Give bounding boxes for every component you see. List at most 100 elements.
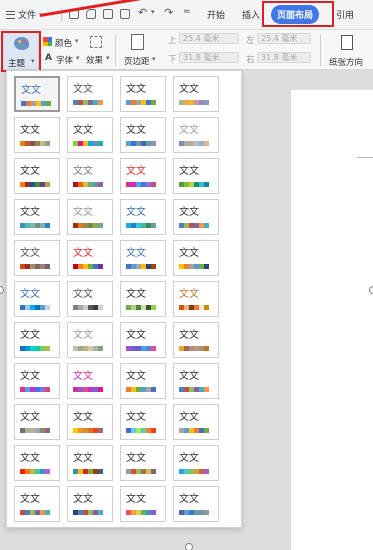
theme-sample-text: 文文 [21,85,41,96]
theme-option[interactable]: 文文 [14,322,60,358]
theme-option[interactable]: 文文 [173,486,219,522]
theme-option[interactable]: 文文 [14,404,60,440]
theme-option[interactable]: 文文 [120,445,166,481]
theme-sample-text: 文文 [20,453,40,464]
theme-option[interactable]: 文文 [120,363,166,399]
theme-sample-text: 文文 [126,453,146,464]
theme-sample-text: 文文 [179,84,199,95]
theme-option[interactable]: 文文 [14,199,60,235]
customize-icon[interactable]: ≂ [183,7,191,17]
theme-option[interactable]: 文文 [120,117,166,153]
color-swatch [151,469,156,474]
theme-option[interactable]: 文文 [173,445,219,481]
margin-right-input[interactable]: 31.8 毫米 [257,52,311,63]
theme-color-swatches [21,101,51,106]
theme-color-swatches [20,428,50,433]
theme-option[interactable]: 文文 [120,486,166,522]
theme-option[interactable]: 文文 [67,76,113,112]
theme-color-swatches [179,264,209,269]
page-color-icon[interactable] [90,36,102,48]
theme-option[interactable]: 文文 [120,240,166,276]
file-menu-button[interactable]: 文件 ▾ [6,8,43,21]
tab-references[interactable]: 引用 [336,8,354,21]
theme-option[interactable]: 文文 [173,199,219,235]
theme-option[interactable]: 文文 [14,240,60,276]
color-swatch [98,100,103,105]
theme-option[interactable]: 文文 [120,76,166,112]
theme-option[interactable]: 文文 [14,158,60,194]
theme-option[interactable]: 文文 [14,281,60,317]
color-swatch [45,264,50,269]
theme-option[interactable]: 文文 [67,445,113,481]
preview-icon[interactable] [120,9,130,19]
theme-sample-text: 文文 [179,207,199,218]
theme-option[interactable]: 文文 [67,281,113,317]
theme-sample-text: 文文 [20,371,40,382]
theme-sample-text: 文文 [179,330,199,341]
theme-option[interactable]: 文文 [67,240,113,276]
resize-handle-left[interactable] [0,286,4,294]
color-swatch [45,141,50,146]
export-icon[interactable] [86,9,96,19]
document-page[interactable] [291,90,373,550]
theme-option[interactable]: 文文 [173,240,219,276]
margin-bottom-input[interactable]: 31.8 毫米 [179,52,239,63]
theme-sample-text: 文文 [73,371,93,382]
theme-option[interactable]: 文文 [120,158,166,194]
margin-left-input[interactable]: 25.4 毫米 [257,33,311,44]
theme-option[interactable]: 文文 [67,158,113,194]
theme-option[interactable]: 文文 [14,363,60,399]
margins-label[interactable]: 页边距 [124,55,150,67]
color-label[interactable]: 颜色 [55,37,72,49]
theme-option[interactable]: 文文 [173,281,219,317]
chevron-down-icon: ▾ [75,37,79,45]
theme-option[interactable]: 文文 [120,281,166,317]
margin-top-input[interactable]: 25.4 毫米 [179,33,239,44]
divider [320,34,321,66]
theme-option[interactable]: 文文 [173,76,219,112]
redo-icon[interactable]: ↷ [164,6,173,19]
theme-option[interactable]: 文文 [173,404,219,440]
theme-option[interactable]: 文文 [67,404,113,440]
resize-handle-bottom[interactable] [185,543,193,550]
color-swatch [45,469,50,474]
theme-option[interactable]: 文文 [14,117,60,153]
effect-label[interactable]: 效果 [86,54,103,66]
theme-option[interactable]: 文文 [173,158,219,194]
theme-option[interactable]: 文文 [67,486,113,522]
theme-option[interactable]: 文文 [173,363,219,399]
theme-option[interactable]: 文文 [67,363,113,399]
theme-option[interactable]: 文文 [14,486,60,522]
print-icon[interactable] [103,9,113,19]
theme-sample-text: 文文 [73,330,93,341]
color-swatch [45,387,50,392]
theme-option[interactable]: 文文 [120,404,166,440]
theme-color-swatches [20,510,50,515]
resize-handle-right[interactable] [369,286,373,294]
chevron-down-icon[interactable]: ▾ [151,8,155,16]
theme-sample-text: 文文 [126,207,146,218]
margin-top-prefix: 上 [168,36,177,46]
theme-color-swatches [126,182,156,187]
theme-option[interactable]: 文文 [67,117,113,153]
theme-option[interactable]: 文文 [14,76,60,112]
hamburger-icon [6,10,15,19]
theme-sample-text: 文文 [73,453,93,464]
theme-option[interactable]: 文文 [67,322,113,358]
theme-color-swatches [126,346,156,351]
theme-option[interactable]: 文文 [14,445,60,481]
theme-color-swatches [73,100,103,105]
undo-icon[interactable]: ↶ [138,6,147,19]
theme-option[interactable]: 文文 [67,199,113,235]
tab-insert[interactable]: 插入 [242,8,260,21]
font-label[interactable]: 字体 [56,54,73,66]
color-swatch [204,182,209,187]
tab-home[interactable]: 开始 [207,8,225,21]
theme-option[interactable]: 文文 [120,199,166,235]
theme-option[interactable]: 文文 [173,322,219,358]
theme-option[interactable]: 文文 [120,322,166,358]
theme-sample-text: 文文 [73,166,93,177]
theme-sample-text: 文文 [126,371,146,382]
orientation-label[interactable]: 纸张方向 [329,56,363,68]
theme-option[interactable]: 文文 [173,117,219,153]
